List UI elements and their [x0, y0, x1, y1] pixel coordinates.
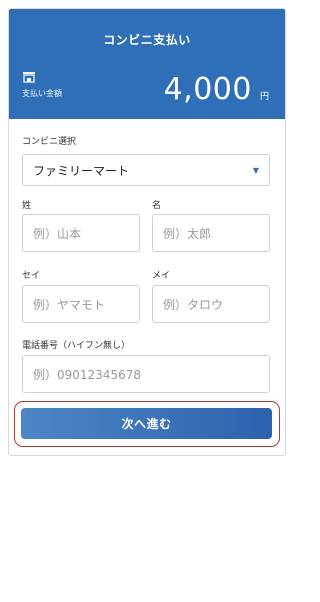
chevron-down-icon: ▼: [252, 165, 259, 175]
last-name-input[interactable]: 例）山本: [22, 214, 140, 252]
first-name-kana-input[interactable]: 例）タロウ: [152, 285, 270, 323]
first-name-kana-placeholder: 例）タロウ: [163, 297, 224, 312]
next-button-highlight: 次へ進む: [14, 401, 280, 447]
next-button[interactable]: 次へ進む: [21, 408, 272, 439]
phone-placeholder: 例）09012345678: [33, 367, 141, 382]
last-name-kana-input[interactable]: 例）ヤマモト: [22, 285, 140, 323]
phone-input[interactable]: 例）09012345678: [22, 355, 270, 393]
next-button-label: 次へ進む: [121, 417, 172, 431]
last-name-placeholder: 例）山本: [33, 226, 82, 241]
page-title: コンビニ支払い: [103, 33, 191, 47]
first-name-kana-label: メイ: [152, 271, 171, 281]
amount-display: 4,000 円: [164, 75, 269, 105]
amount-value: 4,000: [163, 72, 252, 107]
first-name-input[interactable]: 例）太郎: [152, 214, 270, 252]
first-name-placeholder: 例）太郎: [163, 226, 212, 241]
payment-header: コンビニ支払い 支払い金額 4,000 円: [9, 9, 285, 119]
amount-label: 支払い金額: [22, 89, 62, 98]
last-name-kana-placeholder: 例）ヤマモト: [33, 297, 106, 312]
phone-label: 電話番号（ハイフン無し）: [22, 341, 131, 351]
store-select[interactable]: ファミリーマート ▼: [22, 154, 270, 186]
last-name-label: 姓: [22, 201, 32, 211]
amount-unit: 円: [259, 92, 269, 102]
last-name-kana-label: セイ: [22, 271, 41, 281]
store-select-value: ファミリーマート: [33, 163, 130, 178]
store-icon: [23, 72, 35, 83]
payment-card: コンビニ支払い 支払い金額 4,000 円 コンビニ選択 ファミリーマート ▼ …: [8, 8, 286, 456]
store-select-label: コンビニ選択: [22, 137, 77, 147]
first-name-label: 名: [152, 201, 162, 211]
